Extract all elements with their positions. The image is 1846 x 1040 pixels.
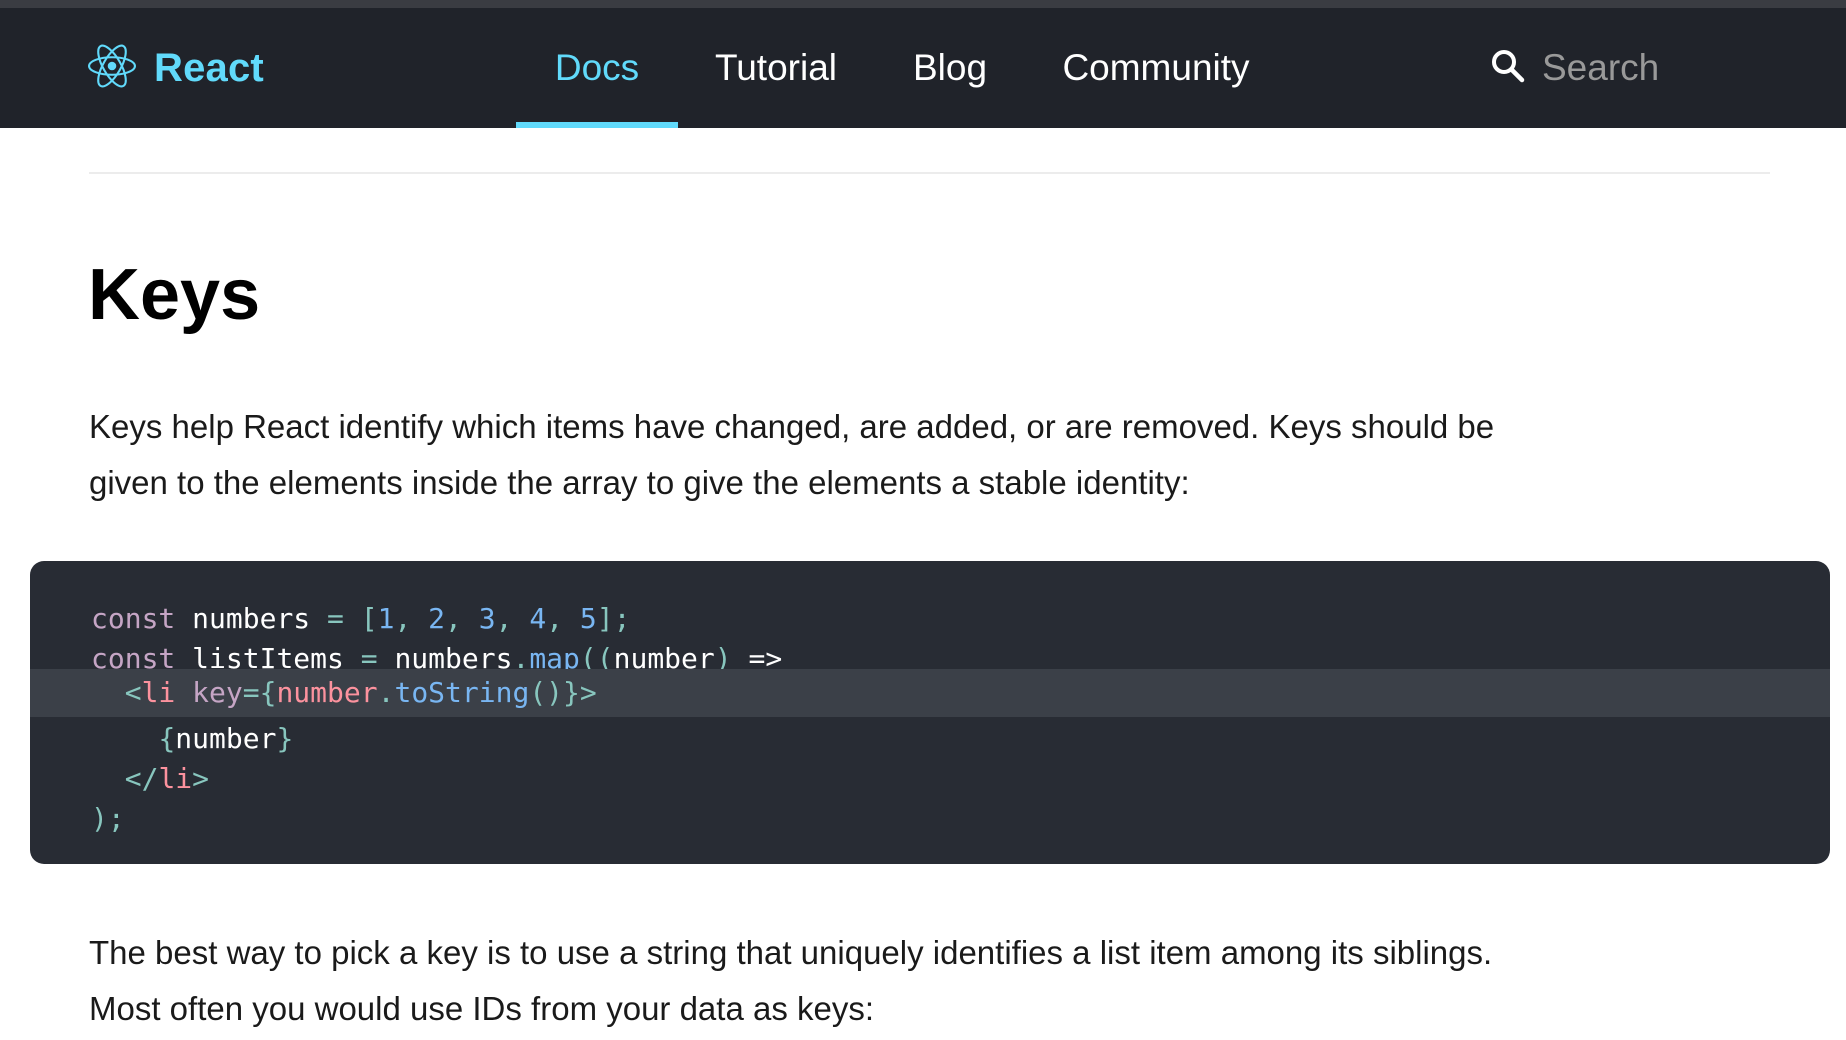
code-token: [ xyxy=(360,602,378,635)
search-icon xyxy=(1490,48,1526,89)
code-token: li xyxy=(158,762,193,795)
code-token: const xyxy=(91,602,176,635)
nav-blog[interactable]: Blog xyxy=(890,8,1010,128)
code-token: = xyxy=(327,602,344,635)
search-box xyxy=(1490,38,1790,98)
nav-community[interactable]: Community xyxy=(1050,8,1262,128)
code-token: < xyxy=(124,676,142,709)
top-navbar: React Docs Tutorial Blog Community xyxy=(0,8,1846,128)
code-token: } xyxy=(276,722,294,755)
code-token: 1 xyxy=(377,602,395,635)
code-token: { xyxy=(158,722,176,755)
code-token: . xyxy=(377,676,395,709)
code-token: 2 xyxy=(428,602,446,635)
code-token: li xyxy=(141,676,176,709)
code-block: const numbers = [1, 2, 3, 4, 5]; const l… xyxy=(30,561,1830,864)
code-token: number xyxy=(175,722,277,755)
active-nav-indicator xyxy=(516,122,678,128)
code-token: { xyxy=(259,676,277,709)
code-token: , xyxy=(394,602,429,635)
code-token: () xyxy=(529,676,564,709)
content-divider xyxy=(89,172,1770,174)
code-line: </li> xyxy=(30,759,1830,799)
nav-docs-label: Docs xyxy=(554,47,640,88)
code-line-highlighted: <li key={number.toString()}> xyxy=(30,669,1830,717)
search-input[interactable] xyxy=(1540,39,1784,97)
code-line: {number} xyxy=(30,719,1830,759)
brand-name: React xyxy=(154,45,264,90)
code-token: toString xyxy=(394,676,530,709)
nav-blog-label: Blog xyxy=(912,47,988,88)
nav-docs[interactable]: Docs xyxy=(516,8,678,128)
code-token: key xyxy=(175,676,243,709)
code-line: const numbers = [1, 2, 3, 4, 5]; xyxy=(30,599,1830,639)
nav-tutorial[interactable]: Tutorial xyxy=(700,8,852,128)
code-token: numbers xyxy=(175,602,328,635)
code-token: , xyxy=(546,602,580,635)
code-token: ); xyxy=(91,802,125,835)
code-token: 3 xyxy=(478,602,496,635)
nav-community-label: Community xyxy=(1062,47,1250,88)
code-line: ); xyxy=(30,799,1830,839)
followup-paragraph: The best way to pick a key is to use a s… xyxy=(89,934,1493,1027)
code-token: , xyxy=(495,602,530,635)
code-token: > xyxy=(192,762,210,795)
code-token: = xyxy=(242,676,260,709)
code-token: > xyxy=(579,676,597,709)
brand-link[interactable]: React xyxy=(88,43,264,93)
code-token: , xyxy=(445,602,479,635)
intro-paragraph: Keys help React identify which items hav… xyxy=(89,408,1495,501)
page-title: Keys xyxy=(88,255,261,335)
code-token: 4 xyxy=(529,602,547,635)
code-token: ]; xyxy=(596,602,631,635)
react-atom-icon xyxy=(88,42,136,95)
code-token: </ xyxy=(124,762,159,795)
top-edge-bar xyxy=(0,0,1846,8)
nav-tutorial-label: Tutorial xyxy=(714,47,837,88)
code-token: 5 xyxy=(579,602,597,635)
code-token: } xyxy=(563,676,580,709)
code-token: number xyxy=(276,676,378,709)
